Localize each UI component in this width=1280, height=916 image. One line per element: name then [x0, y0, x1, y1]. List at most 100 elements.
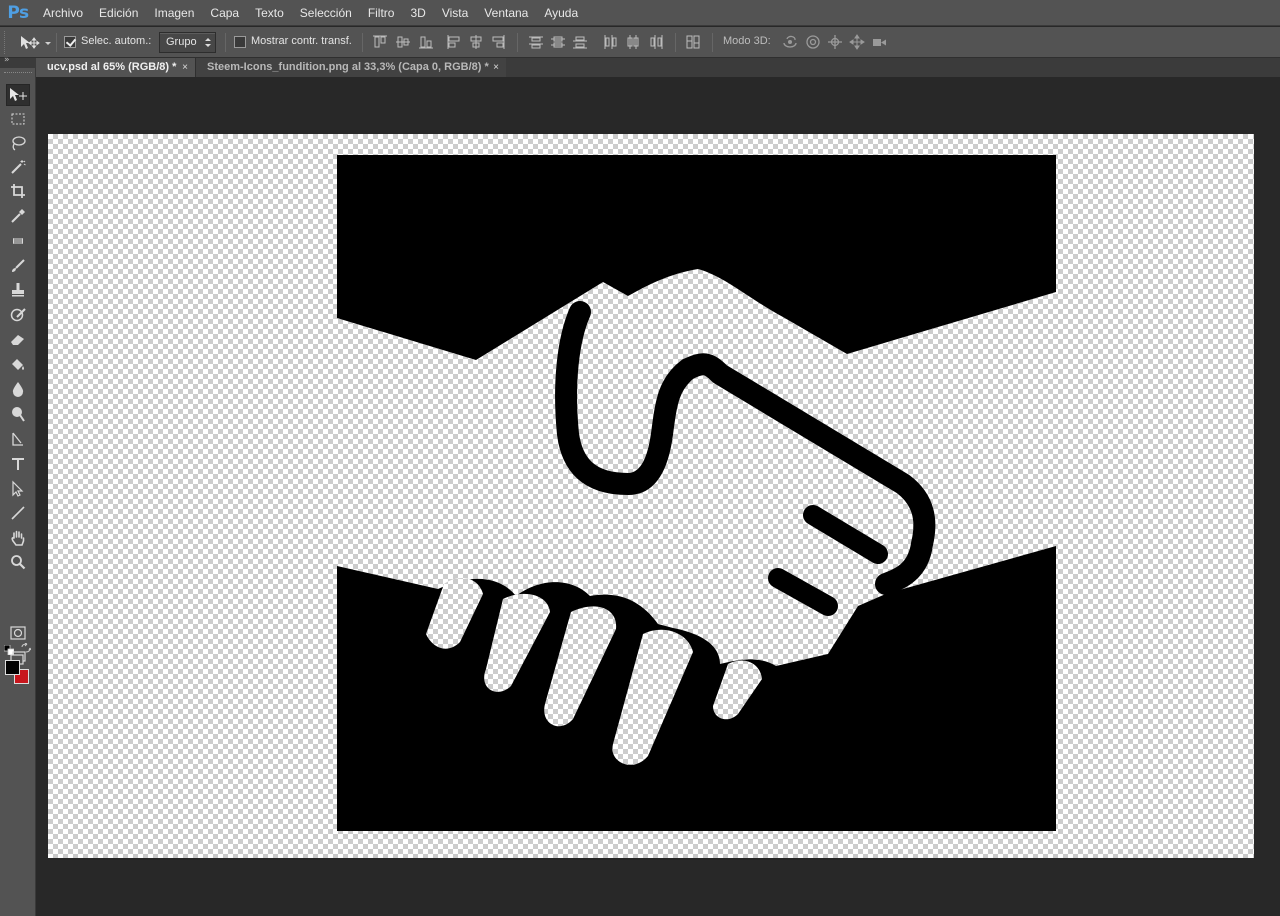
options-bar-grip[interactable]: [4, 31, 7, 54]
menu-archivo[interactable]: Archivo: [36, 0, 91, 26]
align-vertical-center-icon[interactable]: [394, 33, 412, 51]
align-horizontal-center-icon[interactable]: [467, 33, 485, 51]
healing-brush-tool[interactable]: [6, 230, 30, 252]
line-tool[interactable]: [6, 502, 30, 524]
distribute-horizontal-center-icon[interactable]: [624, 33, 642, 51]
history-brush-icon: [10, 308, 26, 322]
menu-ventana[interactable]: Ventana: [476, 0, 536, 26]
clone-stamp-tool[interactable]: [6, 279, 30, 301]
magic-wand-tool[interactable]: [6, 156, 30, 178]
paint-bucket-icon: [12, 359, 24, 370]
marquee-tool[interactable]: [6, 108, 30, 130]
pen-tool[interactable]: [6, 428, 30, 450]
history-brush-tool[interactable]: [6, 304, 30, 326]
path-selection-tool[interactable]: [6, 478, 30, 500]
move-icon: [10, 88, 27, 101]
document-tab-bar: ucv.psd al 65% (RGB/8) * × Steem-Icons_f…: [36, 58, 1280, 77]
dodge-icon: [12, 407, 25, 422]
move-tool-preset-icon: [21, 35, 51, 49]
marquee-icon: [11, 113, 25, 125]
hand-icon: [11, 530, 25, 546]
show-transform-label: Mostrar contr. transf.: [251, 35, 352, 47]
move-tool[interactable]: [6, 84, 30, 106]
close-tab-icon[interactable]: ×: [493, 58, 499, 77]
menu-seleccion[interactable]: Selección: [292, 0, 360, 26]
lasso-tool[interactable]: [6, 132, 30, 154]
dropdown-arrows-icon: [205, 38, 211, 47]
menu-3d[interactable]: 3D: [402, 0, 433, 26]
eraser-tool[interactable]: [6, 328, 30, 350]
line-icon: [11, 506, 25, 520]
separator: [362, 33, 363, 52]
zoom-icon: [11, 555, 26, 570]
show-transform-checkbox[interactable]: [234, 36, 246, 48]
healing-brush-icon: [13, 238, 23, 244]
menu-vista[interactable]: Vista: [434, 0, 476, 26]
foreground-color-swatch[interactable]: [5, 660, 20, 675]
menu-capa[interactable]: Capa: [202, 0, 247, 26]
options-bar: Selec. autom.: Grupo Mostrar contr. tran…: [0, 27, 1280, 58]
toolbox-header[interactable]: »: [0, 55, 36, 68]
mode-3d-label: Modo 3D:: [723, 35, 771, 47]
distribute-vertical-center-icon[interactable]: [549, 33, 567, 51]
close-tab-icon[interactable]: ×: [182, 58, 188, 77]
toolbox-grip[interactable]: [4, 72, 32, 75]
tool-preset-picker[interactable]: [18, 32, 54, 53]
zoom-tool[interactable]: [6, 551, 30, 573]
eyedropper-icon: [11, 209, 25, 223]
lasso-icon: [12, 136, 26, 151]
menu-filtro[interactable]: Filtro: [360, 0, 403, 26]
auto-select-value: Grupo: [166, 36, 197, 48]
menu-texto[interactable]: Texto: [247, 0, 292, 26]
scale-3d-icon[interactable]: [870, 33, 888, 51]
separator: [517, 33, 518, 52]
pan-3d-icon[interactable]: [826, 33, 844, 51]
menu-items: Archivo Edición Imagen Capa Texto Selecc…: [36, 0, 586, 26]
tab-ucv-psd[interactable]: ucv.psd al 65% (RGB/8) * ×: [36, 58, 195, 77]
magic-wand-icon: [11, 160, 26, 174]
dodge-tool[interactable]: [6, 403, 30, 425]
blur-drop-icon: [12, 382, 24, 397]
collapse-toolbox-icon[interactable]: »: [4, 55, 10, 65]
distribute-top-icon[interactable]: [527, 33, 545, 51]
hand-tool[interactable]: [6, 527, 30, 549]
brush-tool[interactable]: [6, 255, 30, 277]
auto-select-dropdown[interactable]: Grupo: [159, 32, 216, 53]
distribute-bottom-icon[interactable]: [571, 33, 589, 51]
align-top-icon[interactable]: [371, 33, 389, 51]
separator: [56, 33, 57, 52]
separator: [712, 33, 713, 52]
eyedropper-tool[interactable]: [6, 205, 30, 227]
crop-tool[interactable]: [6, 180, 30, 202]
distribute-left-icon[interactable]: [601, 33, 619, 51]
menu-imagen[interactable]: Imagen: [146, 0, 202, 26]
auto-select-checkbox[interactable]: [64, 36, 76, 48]
menu-edicion[interactable]: Edición: [91, 0, 146, 26]
align-left-icon[interactable]: [445, 33, 463, 51]
tab-label: ucv.psd al 65% (RGB/8) *: [47, 61, 177, 73]
pen-icon: [12, 432, 23, 446]
menu-bar: Ps Archivo Edición Imagen Capa Texto Sel…: [0, 0, 1280, 26]
align-bottom-icon[interactable]: [417, 33, 435, 51]
rotate-3d-icon[interactable]: [781, 33, 799, 51]
clone-stamp-icon: [12, 283, 24, 297]
align-right-icon[interactable]: [489, 33, 507, 51]
auto-align-layers-icon[interactable]: [684, 33, 702, 51]
separator: [675, 33, 676, 52]
paint-bucket-tool[interactable]: [6, 353, 30, 375]
document-canvas[interactable]: [48, 134, 1254, 858]
toolbox: [0, 68, 36, 916]
roll-3d-icon[interactable]: [804, 33, 822, 51]
menu-ayuda[interactable]: Ayuda: [536, 0, 586, 26]
type-icon: [12, 458, 24, 470]
brush-icon: [12, 259, 25, 272]
path-selection-icon: [12, 480, 24, 497]
type-tool[interactable]: [6, 453, 30, 475]
distribute-right-icon[interactable]: [647, 33, 665, 51]
handshake-icon: [337, 155, 1056, 831]
crop-icon: [11, 184, 25, 198]
slide-3d-icon[interactable]: [848, 33, 866, 51]
quick-mask-button[interactable]: [6, 622, 30, 644]
tab-steem-icons-png[interactable]: Steem-Icons_fundition.png al 33,3% (Capa…: [195, 58, 506, 77]
blur-tool[interactable]: [6, 378, 30, 400]
